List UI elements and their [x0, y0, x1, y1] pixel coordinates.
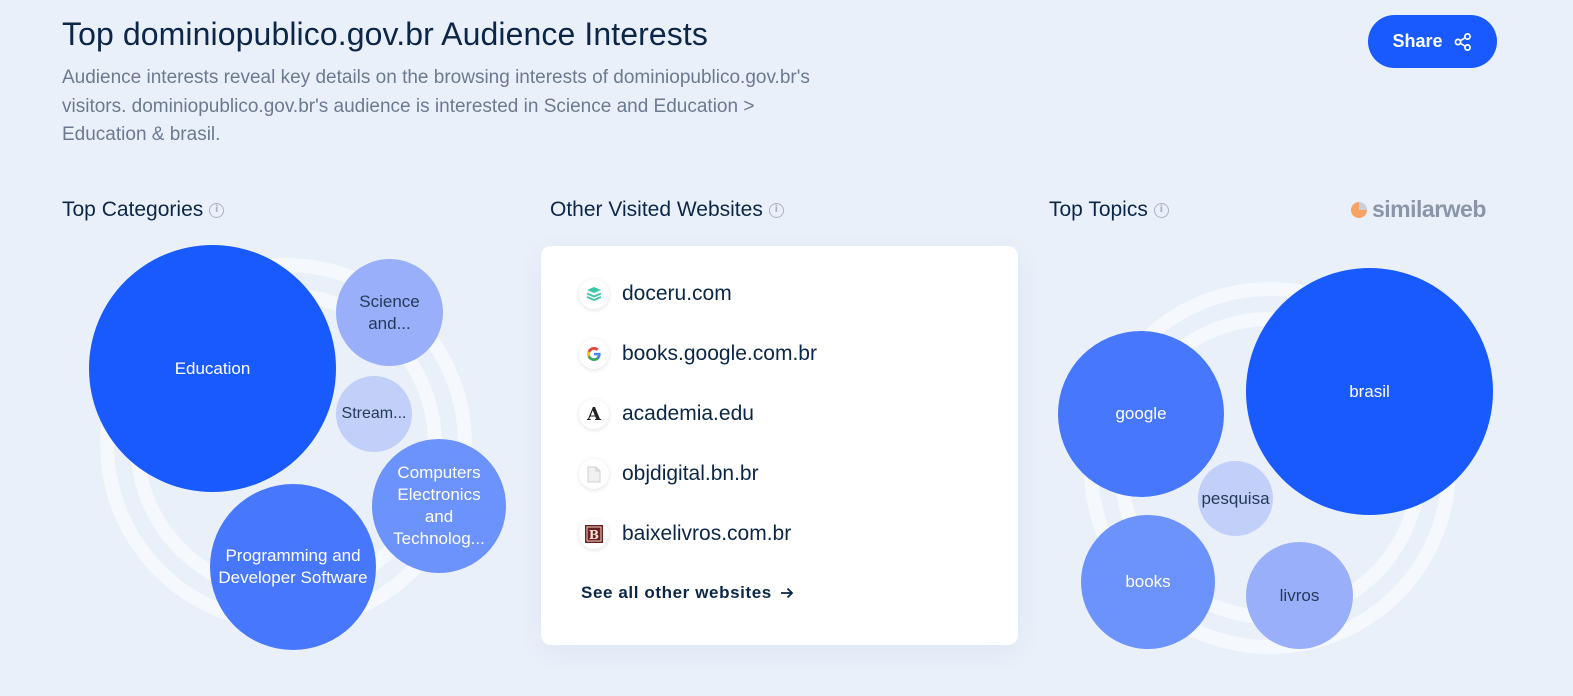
share-button[interactable]: Share — [1368, 15, 1497, 68]
website-domain[interactable]: books.google.com.br — [622, 342, 817, 366]
categories-title: Top Categories — [62, 198, 204, 221]
website-domain[interactable]: academia.edu — [622, 402, 754, 426]
share-icon — [1454, 32, 1471, 51]
similarweb-logo: similarweb — [1350, 196, 1486, 223]
doceru-favicon — [579, 279, 609, 309]
topic-bubble-pesquisa[interactable]: pesquisa — [1198, 461, 1273, 536]
topic-bubble-google[interactable]: google — [1058, 331, 1224, 497]
brand-name: similarweb — [1372, 196, 1486, 222]
category-bubble-streaming[interactable]: Stream... — [336, 376, 412, 452]
similarweb-logo-mark — [1351, 201, 1367, 218]
topics-section-title: Top Topics i — [1049, 198, 1169, 222]
page-title: Top dominiopublico.gov.br Audience Inter… — [62, 16, 708, 52]
see-all-websites-link[interactable]: See all other websites — [581, 583, 794, 603]
websites-title: Other Visited Websites — [550, 198, 763, 221]
topic-bubble-brasil[interactable]: brasil — [1246, 268, 1493, 515]
topic-bubble-livros[interactable]: livros — [1246, 542, 1353, 649]
share-label: Share — [1392, 31, 1443, 51]
categories-section-title: Top Categories i — [62, 198, 225, 222]
topic-bubble-books[interactable]: books — [1081, 515, 1215, 649]
category-bubble-education[interactable]: Education — [89, 245, 336, 492]
website-domain[interactable]: objdigital.bn.br — [622, 462, 759, 486]
website-row[interactable]: A academia.edu — [579, 399, 754, 429]
category-bubble-science[interactable]: Science and... — [336, 259, 443, 366]
website-domain[interactable]: baixelivros.com.br — [622, 522, 791, 546]
academia-favicon: A — [579, 399, 609, 429]
info-icon[interactable]: i — [1153, 202, 1169, 218]
category-bubble-programming[interactable]: Programming and Developer Software — [210, 484, 376, 650]
category-bubble-computers[interactable]: Computers Electronics and Technolog... — [372, 439, 506, 573]
baixelivros-favicon: B — [579, 519, 609, 549]
blank-page-favicon — [579, 459, 609, 489]
info-icon[interactable]: i — [768, 202, 784, 218]
websites-card: doceru.com books.google.com.br A academi… — [541, 246, 1018, 645]
websites-section-title: Other Visited Websites i — [550, 198, 784, 222]
svg-text:B: B — [589, 528, 599, 542]
google-favicon — [579, 339, 609, 369]
website-row[interactable]: doceru.com — [579, 279, 732, 309]
website-row[interactable]: objdigital.bn.br — [579, 459, 759, 489]
info-icon[interactable]: i — [209, 202, 225, 218]
arrow-right-icon — [780, 587, 794, 599]
website-domain[interactable]: doceru.com — [622, 282, 732, 306]
page-description: Audience interests reveal key details on… — [62, 67, 810, 145]
topics-title: Top Topics — [1049, 198, 1148, 221]
website-row[interactable]: B baixelivros.com.br — [579, 519, 791, 549]
website-row[interactable]: books.google.com.br — [579, 339, 817, 369]
